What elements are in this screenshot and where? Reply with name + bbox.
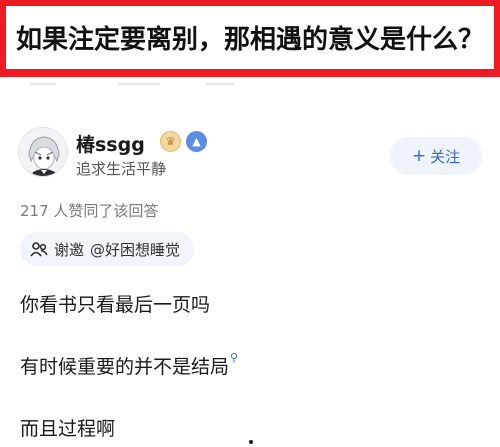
faint-strip — [0, 77, 500, 99]
search-term: 结局 — [191, 356, 230, 378]
author-row: 椿ssgg ♛ ▲ 追求生活平静 + 关注 — [18, 127, 488, 183]
search-term-link[interactable]: 结局 ⚲ — [191, 352, 238, 379]
faint-divider — [205, 83, 235, 85]
follow-label: 关注 — [430, 147, 461, 166]
answer-page: 如果注定要离别，那相遇的意义是什么？ 椿ssgg ♛ ▲ 追求生活平静 + 关注 — [0, 0, 500, 447]
faint-divider — [30, 83, 56, 85]
answer-paragraph: 有时候重要的并不是 结局 ⚲ — [20, 352, 238, 379]
follow-button[interactable]: + 关注 — [390, 137, 482, 175]
author-name[interactable]: 椿ssgg — [76, 130, 145, 157]
avatar[interactable] — [18, 127, 68, 177]
invite-chip[interactable]: 谢邀 @好困想睡觉 — [20, 232, 195, 266]
invite-label: 谢邀 — [54, 240, 85, 259]
author-bio: 追求生活平静 — [76, 160, 167, 178]
scroll-indicator — [249, 440, 253, 444]
question-banner: 如果注定要离别，那相遇的意义是什么？ — [0, 0, 500, 77]
crown-icon: ♛ — [160, 131, 181, 152]
faint-divider — [118, 83, 160, 85]
avatar-illustration — [19, 128, 67, 176]
level-icon: ▲ — [186, 131, 207, 152]
answer-paragraph: 你看书只看最后一页吗 — [20, 294, 211, 316]
question-title[interactable]: 如果注定要离别，那相遇的意义是什么？ — [16, 19, 484, 56]
answer-paragraph: 而且过程啊 — [20, 418, 116, 440]
likes-count: 217 人赞同了该回答 — [20, 202, 159, 220]
search-icon: ⚲ — [230, 351, 239, 364]
answer-text: 有时候重要的并不是 — [20, 356, 192, 378]
question-inner: 如果注定要离别，那相遇的意义是什么？ — [6, 6, 494, 69]
invite-mention[interactable]: @好困想睡觉 — [90, 239, 180, 260]
plus-icon: + — [411, 146, 427, 166]
people-icon — [30, 241, 48, 257]
